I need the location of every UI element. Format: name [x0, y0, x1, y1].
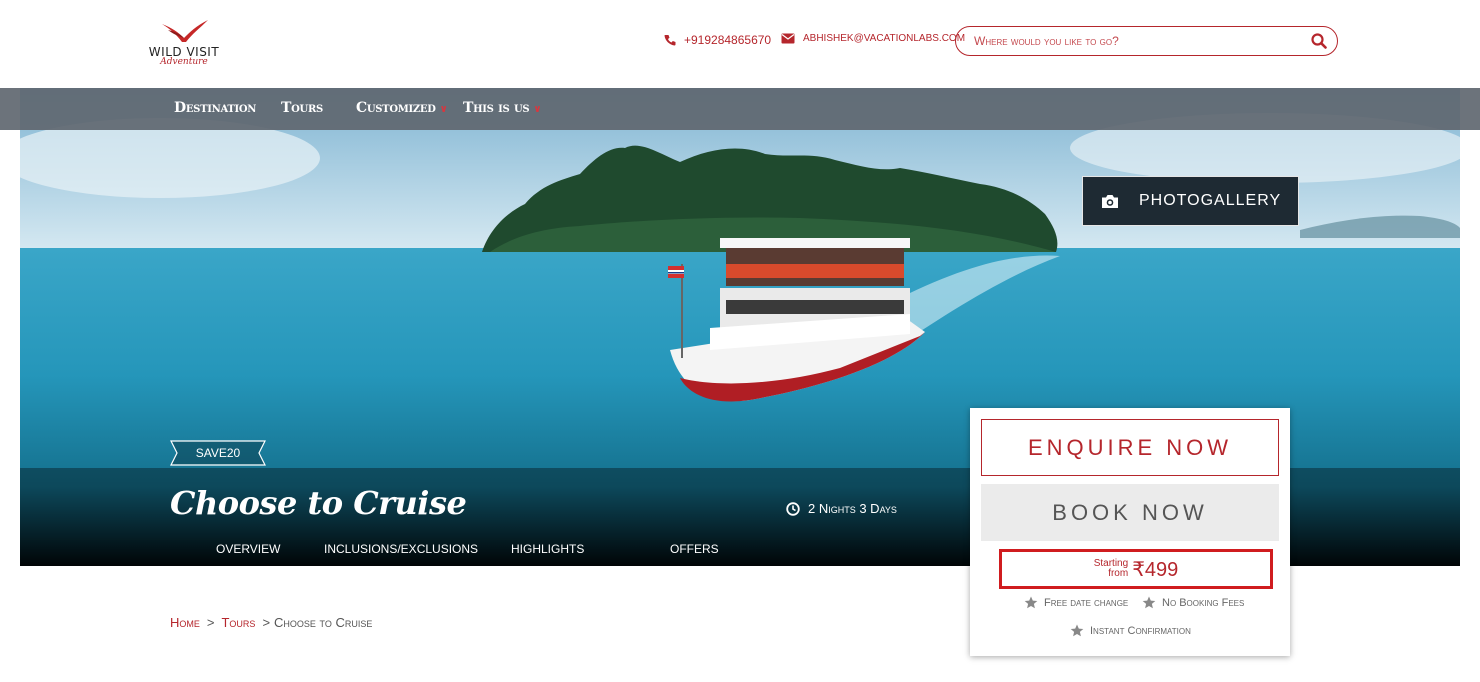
breadcrumb-separator: > [262, 615, 271, 630]
nav-label-customized: Customized [356, 100, 436, 116]
price-amount: ₹499 [1132, 558, 1179, 581]
starting-from-label: Starting from [1093, 558, 1129, 579]
breadcrumb: Home > Tours > Choose to Cruise [170, 615, 372, 630]
bird-logo-icon [162, 20, 208, 42]
tab-inclusions-exclusions[interactable]: INCLUSIONS/EXCLUSIONS [324, 542, 478, 556]
coupon-tag: SAVE20 [170, 440, 266, 466]
camera-icon [1102, 194, 1118, 208]
phone-contact[interactable]: +919284865670 [664, 33, 771, 47]
search-bar [955, 26, 1338, 56]
duration-text: 2 Nights 3 Days [808, 501, 897, 516]
envelope-icon [781, 33, 795, 44]
phone-icon [664, 35, 676, 46]
nav-item-this-is-us[interactable]: This is us ∨ [463, 100, 541, 116]
book-now-button[interactable]: BOOK NOW [981, 484, 1279, 541]
chevron-down-icon: ∨ [533, 104, 542, 115]
nav-item-customized[interactable]: Customized ∨ [356, 100, 448, 116]
breadcrumb-tours-link[interactable]: Tours [221, 615, 255, 630]
nav-label-destination: Destination [174, 100, 257, 116]
search-icon [1311, 33, 1327, 49]
tour-title: Choose to Cruise [170, 484, 467, 522]
nav-item-destination[interactable]: Destination [174, 100, 256, 116]
price-display: Starting from ₹499 [999, 549, 1273, 589]
breadcrumb-home-link[interactable]: Home [170, 615, 200, 630]
nav-label-this-is-us: This is us [463, 100, 530, 116]
photogallery-button[interactable]: PHOTOGALLERY [1082, 176, 1299, 226]
perk-instant-confirmation: Instant Confirmation [1070, 624, 1191, 637]
email-contact[interactable]: abhishek@vacationlabs.com [781, 33, 965, 44]
photogallery-label: PHOTOGALLERY [1139, 192, 1282, 209]
brand-tagline: Adventure [160, 57, 208, 67]
breadcrumb-current: Choose to Cruise [274, 615, 373, 630]
perk-free-date-change: Free date change [1024, 596, 1128, 609]
email-address: abhishek@vacationlabs.com [803, 33, 966, 44]
clock-icon [786, 501, 800, 516]
phone-number: +919284865670 [684, 33, 772, 47]
search-input[interactable] [972, 33, 1301, 49]
tab-highlights[interactable]: HIGHLIGHTS [511, 542, 584, 556]
brand-logo[interactable]: WILD VISIT Adventure [148, 18, 220, 70]
booking-card: ENQUIRE NOW BOOK NOW Starting from ₹499 … [970, 408, 1290, 656]
tab-offers[interactable]: OFFERS [670, 542, 719, 556]
tab-overview[interactable]: OVERVIEW [216, 542, 280, 556]
nav-label-tours: Tours [281, 100, 323, 116]
search-button[interactable] [1301, 27, 1337, 55]
star-icon [1142, 596, 1156, 609]
star-icon [1024, 596, 1038, 609]
star-icon [1070, 624, 1084, 637]
enquire-now-button[interactable]: ENQUIRE NOW [981, 419, 1279, 476]
trip-duration: 2 Nights 3 Days [786, 501, 897, 516]
breadcrumb-separator: > [206, 615, 215, 630]
perk-no-booking-fees: No Booking Fees [1142, 596, 1244, 609]
coupon-code: SAVE20 [195, 446, 241, 460]
nav-item-tours[interactable]: Tours [281, 100, 323, 116]
chevron-down-icon: ∨ [439, 104, 448, 115]
